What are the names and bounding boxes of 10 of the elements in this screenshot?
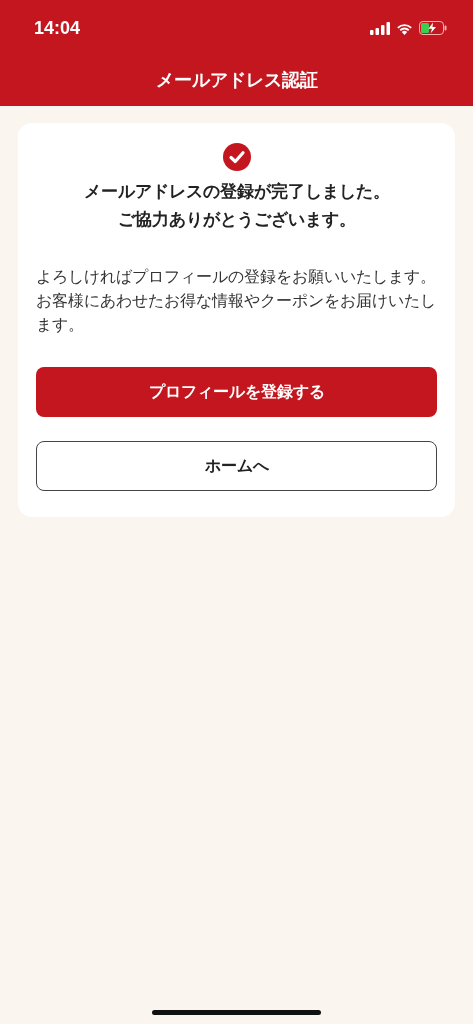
message-text: よろしければプロフィールの登録をお願いいたします。お客様にあわせたお得な情報やクーポンをお届けいたします。 xyxy=(36,267,437,336)
status-time: 14:04 xyxy=(34,17,81,39)
signal-icon xyxy=(370,21,390,35)
wifi-icon xyxy=(396,21,413,35)
battery-charging-icon xyxy=(419,21,447,35)
completion-heading: メールアドレスの登録が完了しました。 ご協力ありがとうございます。 xyxy=(82,180,391,231)
register-profile-button[interactable]: プロフィールを登録する xyxy=(36,367,437,417)
check-icon xyxy=(222,143,251,171)
screen-title: メールアドレス認証 xyxy=(154,68,319,92)
home-button[interactable]: ホームへ xyxy=(36,441,437,491)
